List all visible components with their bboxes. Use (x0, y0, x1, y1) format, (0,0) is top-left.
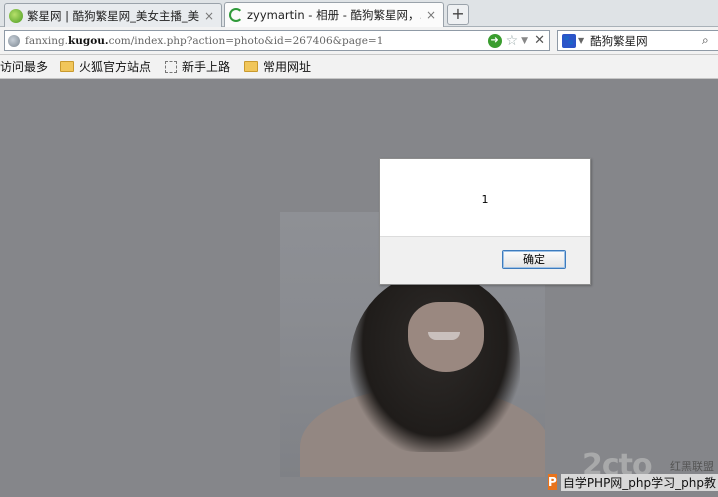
tab-label: 繁星网 | 酷狗繁星网_美女主播_美… (27, 8, 199, 23)
alert-message: 1 (481, 193, 489, 206)
search-box[interactable]: 🐾 ▼ 酷狗繁星网 ⌕ (557, 30, 718, 51)
bookmarks-toolbar: 访问最多 火狐官方站点 新手上路 常用网址 (0, 55, 718, 79)
watermark-p-icon: P (548, 474, 557, 490)
alert-dialog: 1 确定 (379, 158, 591, 285)
fanxing-favicon-icon (9, 8, 23, 23)
tab-album[interactable]: zyymartin - 相册 - 酷狗繁星网，… × (224, 2, 444, 27)
search-input[interactable]: 酷狗繁星网 (590, 33, 702, 49)
folder-icon (60, 61, 75, 72)
go-arrow-icon[interactable]: ➜ (487, 33, 502, 48)
history-dropdown-icon[interactable]: ▼ (521, 36, 528, 46)
watermark-bar: P 自学PHP网_php学习_php教 (548, 472, 718, 492)
bookmark-label: 访问最多 (0, 60, 49, 74)
close-tab-icon[interactable]: × (203, 9, 215, 23)
blank-page-icon (165, 60, 178, 73)
loading-spinner-icon (229, 8, 243, 22)
address-text[interactable]: fanxing.kugou.com/index.php?action=photo… (25, 35, 488, 47)
address-bar[interactable]: fanxing.kugou.com/index.php?action=photo… (4, 30, 550, 51)
address-prefix: fanxing. (25, 34, 69, 47)
close-tab-icon[interactable]: × (425, 8, 437, 22)
bookmark-label: 新手上路 (182, 60, 231, 74)
stop-icon[interactable]: ✕ (534, 33, 545, 48)
photo-smile (428, 332, 460, 340)
new-tab-button[interactable]: + (447, 4, 469, 25)
bookmark-getting-started[interactable]: 新手上路 (165, 58, 230, 75)
bookmark-label: 火狐官方站点 (79, 60, 152, 74)
address-domain: kugou. (68, 34, 109, 47)
ok-button[interactable]: 确定 (502, 250, 566, 269)
alert-body: 1 (380, 159, 590, 237)
bookmark-common-sites[interactable]: 常用网址 (244, 58, 311, 75)
engine-dropdown-icon[interactable]: ▼ (578, 36, 584, 45)
tab-label: zyymartin - 相册 - 酷狗繁星网，… (247, 8, 421, 22)
address-suffix: com/index.php?action=photo&id=267406&pag… (108, 34, 384, 47)
page-content-overlay (0, 79, 718, 497)
search-icon[interactable]: ⌕ (702, 33, 716, 48)
tab-strip: 繁星网 | 酷狗繁星网_美女主播_美… × zyymartin - 相册 - 酷… (0, 0, 718, 27)
site-identity-icon[interactable] (8, 34, 20, 47)
bookmark-label: 常用网址 (263, 60, 312, 74)
folder-icon (244, 61, 259, 72)
navigation-bar: fanxing.kugou.com/index.php?action=photo… (0, 27, 718, 55)
bookmark-firefox-site[interactable]: 火狐官方站点 (60, 58, 151, 75)
watermark-text: 自学PHP网_php学习_php教 (560, 473, 718, 491)
search-engine-icon[interactable]: 🐾 (562, 33, 576, 48)
tab-fanxing-home[interactable]: 繁星网 | 酷狗繁星网_美女主播_美… × (4, 3, 222, 27)
bookmark-star-icon[interactable]: ☆ (506, 33, 519, 49)
bookmark-most-visited[interactable]: 访问最多 (0, 58, 48, 75)
